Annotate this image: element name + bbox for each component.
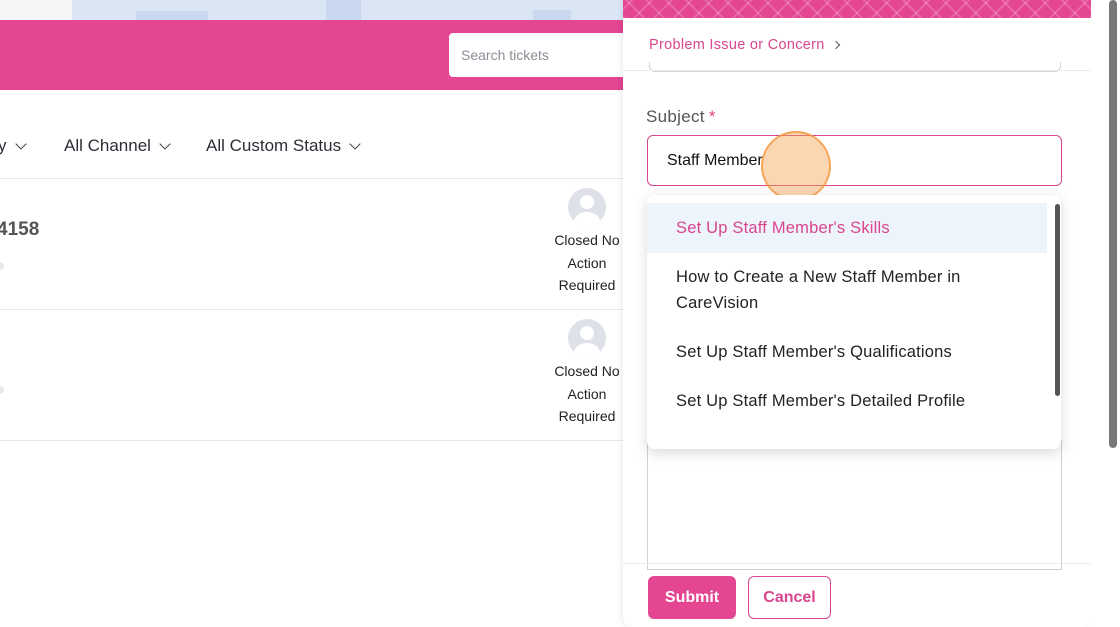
submit-button[interactable]: Submit: [648, 576, 736, 619]
required-mark: *: [708, 107, 716, 126]
filter-channel[interactable]: All Channel: [64, 136, 171, 156]
chevron-down-icon: [349, 138, 361, 150]
filter-bar: y All Channel All Custom Status: [0, 128, 623, 166]
suggestion-item[interactable]: Set Up Staff Member's Skills: [647, 203, 1047, 253]
suggestion-item[interactable]: How to Create a New Staff Member in Care…: [647, 264, 1007, 316]
suggestion-item[interactable]: Set Up Staff Member's Detailed Profile: [647, 388, 1047, 414]
status-line: Required: [558, 408, 616, 424]
click-indicator: [761, 131, 831, 201]
subject-label: Subject *: [646, 107, 716, 127]
filter-label: All Custom Status: [206, 136, 342, 155]
panel-edge: [1091, 0, 1106, 627]
dropdown-scrollbar[interactable]: [1055, 204, 1060, 396]
ticket-indicator: [0, 386, 4, 394]
filter-label: All Channel: [64, 136, 151, 155]
suggestion-item[interactable]: Set Up Staff Member's Qualifications: [647, 339, 1047, 365]
ticket-row[interactable]: 4158 Closed No Action Required: [0, 179, 623, 310]
divider: [623, 70, 1091, 71]
panel-header-band: [623, 0, 1091, 18]
chevron-down-icon: [14, 138, 27, 150]
chevron-down-icon: [159, 138, 171, 150]
ticket-status: Closed No Action Required: [548, 229, 626, 297]
ticket-number: 4158: [0, 219, 40, 240]
search-input[interactable]: Search tickets: [449, 33, 649, 77]
status-line: Action: [567, 385, 607, 402]
chevron-right-icon: [831, 40, 840, 50]
breadcrumb-label: Problem Issue or Concern: [649, 37, 825, 53]
top-strip-block: [326, 0, 361, 20]
status-line: Closed No: [554, 232, 620, 248]
filter-label: y: [0, 136, 7, 155]
avatar: [568, 188, 606, 226]
top-strip-block: [533, 10, 571, 20]
cancel-button[interactable]: Cancel: [748, 576, 831, 619]
ticket-indicator: [0, 262, 4, 270]
filter-priority[interactable]: y: [0, 136, 27, 156]
top-strip: [0, 0, 623, 20]
ticket-status: Closed No Action Required: [548, 360, 626, 428]
top-strip-block: [136, 11, 208, 20]
description-field[interactable]: [647, 440, 1062, 570]
ticket-row[interactable]: Closed No Action Required: [0, 310, 623, 441]
status-line: Action: [567, 254, 607, 271]
subject-suggestions-dropdown: Set Up Staff Member's Skills How to Crea…: [647, 195, 1061, 449]
avatar: [568, 319, 606, 357]
status-line: Required: [558, 277, 616, 293]
subject-value: Staff Member: [667, 151, 763, 169]
divider: [623, 563, 1091, 564]
search-placeholder: Search tickets: [461, 47, 549, 63]
status-line: Closed No: [554, 363, 620, 379]
subject-label-text: Subject: [646, 107, 705, 126]
filter-custom-status[interactable]: All Custom Status: [206, 136, 361, 156]
breadcrumb[interactable]: Problem Issue or Concern: [649, 37, 840, 53]
subject-input[interactable]: Staff Member: [647, 135, 1062, 186]
page-scrollbar[interactable]: [1109, 0, 1117, 448]
